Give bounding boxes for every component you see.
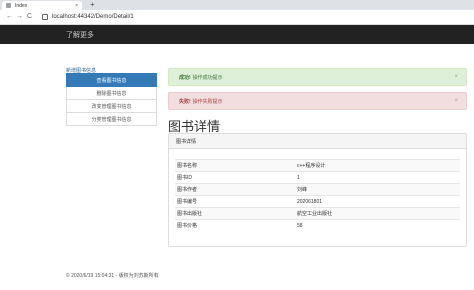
browser-tab[interactable]: Index × <box>2 1 82 10</box>
site-brand-link[interactable]: 了解更多 <box>66 30 94 40</box>
footer-copyright: © 2020/6/19 15:04:31 - 版权为刘苏斯所有 <box>66 273 159 279</box>
table-row: 图书编号 202061801 <box>175 195 460 207</box>
close-icon[interactable]: × <box>454 74 458 80</box>
panel-heading: 图书详情 <box>169 134 466 149</box>
browser-tab-strip: Index × + <box>0 0 474 10</box>
row-key: 图书ID <box>177 175 193 181</box>
book-detail-table: 图书名称 c++程序设计 图书ID 1 图书作者 刘峰 图书编号 2020618… <box>175 159 460 231</box>
table-row: 图书ID 1 <box>175 171 460 183</box>
sidebar-item-category-books[interactable]: 分类管理图书信息 <box>66 113 157 126</box>
row-key: 图书名称 <box>177 163 198 169</box>
row-value: 202061801 <box>297 198 323 205</box>
danger-alert: 失败! 操作失败提示 × <box>168 92 467 110</box>
row-key: 图书编号 <box>177 199 198 205</box>
favicon-icon <box>6 3 11 8</box>
tab-title: Index <box>15 2 28 9</box>
browser-toolbar: ← → C localhost:44342/Demo/Detail/1 <box>0 10 474 25</box>
row-value: 58 <box>297 222 303 229</box>
sidebar-menu: 查看图书信息 删除图书信息 改变管理图书信息 分类管理图书信息 <box>66 73 157 126</box>
reload-icon[interactable]: C <box>27 12 32 22</box>
address-bar[interactable]: localhost:44342/Demo/Detail/1 <box>42 12 462 22</box>
danger-alert-strong: 失败! <box>179 98 191 105</box>
forward-icon[interactable]: → <box>16 12 23 22</box>
sidebar-item-edit-books[interactable]: 改变管理图书信息 <box>66 100 157 113</box>
row-value: 1 <box>297 174 300 181</box>
tab-close-icon[interactable]: × <box>75 3 78 9</box>
row-key: 图书作者 <box>177 187 198 193</box>
table-row: 图书出版社 航空工业出版社 <box>175 207 460 219</box>
row-value: 航空工业出版社 <box>297 211 333 217</box>
row-value: c++程序设计 <box>297 163 326 169</box>
site-info-icon[interactable] <box>42 14 48 20</box>
table-row: 图书名称 c++程序设计 <box>175 159 460 171</box>
book-detail-panel: 图书详情 图书名称 c++程序设计 图书ID 1 图书作者 刘峰 图书编号 20… <box>168 133 467 247</box>
success-alert-strong: 成功! <box>179 74 191 81</box>
danger-alert-message: 操作失败提示 <box>192 98 223 105</box>
sidebar-item-view-books[interactable]: 查看图书信息 <box>66 73 157 87</box>
address-url: localhost:44342/Demo/Detail/1 <box>52 14 134 20</box>
row-value: 刘峰 <box>297 187 308 193</box>
back-icon[interactable]: ← <box>6 12 13 22</box>
close-icon[interactable]: × <box>454 98 458 104</box>
row-key: 图书价格 <box>177 223 198 229</box>
success-alert: 成功! 操作成功提示 × <box>168 68 467 86</box>
row-key: 图书出版社 <box>177 211 203 217</box>
site-header: 了解更多 <box>0 25 474 44</box>
table-row: 图书作者 刘峰 <box>175 183 460 195</box>
new-tab-button[interactable]: + <box>90 0 95 10</box>
sidebar-item-delete-books[interactable]: 删除图书信息 <box>66 87 157 100</box>
table-row: 图书价格 58 <box>175 219 460 231</box>
success-alert-message: 操作成功提示 <box>192 74 223 81</box>
